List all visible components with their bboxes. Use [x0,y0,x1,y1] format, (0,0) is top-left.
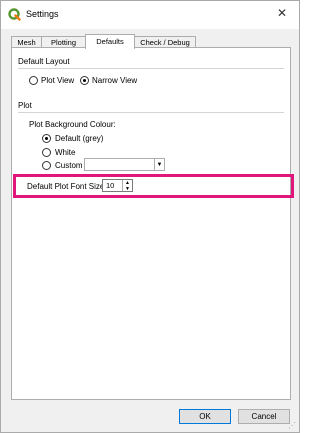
custom-label: Custom [55,161,83,170]
cancel-button[interactable]: Cancel [238,409,290,424]
settings-window: Settings ✕ Mesh Plotting Defaults Check … [0,0,300,433]
divider [18,112,284,113]
plot-background-colour-label: Plot Background Colour: [29,120,116,129]
ok-button[interactable]: OK [179,409,231,424]
custom-colour-dropdown[interactable]: ▼ [84,158,165,171]
title-bar: Settings ✕ [1,1,299,29]
radio-white[interactable] [42,148,51,157]
defaults-panel: Default Layout Plot View Narrow View Plo… [11,47,291,400]
default-layout-heading: Default Layout [18,57,70,66]
plot-view-label: Plot View [41,76,75,85]
chevron-down-icon[interactable]: ▼ [154,159,164,170]
qgis-logo-icon [8,8,21,21]
white-label: White [55,148,76,157]
radio-default-grey[interactable] [42,134,51,143]
radio-custom[interactable] [42,161,51,170]
radio-narrow-view[interactable] [80,76,89,85]
narrow-view-label: Narrow View [92,76,138,85]
divider [18,68,284,69]
default-grey-label: Default (grey) [55,134,104,143]
close-icon[interactable]: ✕ [277,6,287,20]
highlight-box [13,174,294,198]
tab-defaults[interactable]: Defaults [85,34,135,49]
window-title: Settings [26,9,59,19]
radio-plot-view[interactable] [29,76,38,85]
plot-heading: Plot [18,101,32,110]
resize-grip-icon[interactable]: ⋰ [288,421,296,430]
